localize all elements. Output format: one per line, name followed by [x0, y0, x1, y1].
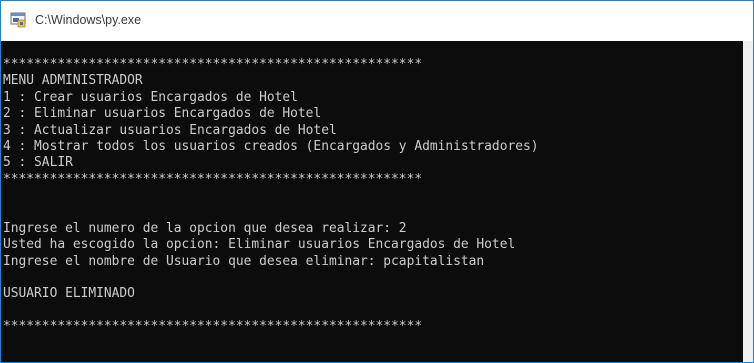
window-title: C:\Windows\py.exe — [35, 13, 142, 27]
console-window: C:\Windows\py.exe **********************… — [0, 0, 754, 363]
python-app-icon — [10, 12, 26, 28]
vertical-scrollbar[interactable] — [743, 41, 753, 362]
console-line: ****************************************… — [3, 171, 423, 187]
console-line: ****************************************… — [3, 57, 423, 72]
console-line: 1 : Crear usuarios Encargados de Hotel — [3, 89, 298, 105]
console-line: 2 : Eliminar usuarios Encargados de Hote… — [3, 106, 322, 122]
title-bar[interactable]: C:\Windows\py.exe — [1, 1, 753, 41]
console-line: Ingrese el numero de la opcion que desea… — [3, 220, 407, 236]
console-output[interactable]: ****************************************… — [1, 41, 743, 362]
console-line: USUARIO ELIMINADO — [3, 286, 135, 302]
console-line: ****************************************… — [3, 319, 423, 335]
console-line: MENU ADMINISTRADOR — [3, 73, 143, 89]
console-line: 5 : SALIR — [3, 155, 73, 171]
console-line: Ingrese el nombre de Usuario que desea e… — [3, 253, 485, 269]
console-line: 3 : Actualizar usuarios Encargados de Ho… — [3, 122, 337, 138]
console-lines: ****************************************… — [3, 57, 539, 336]
console-line: 4 : Mostrar todos los usuarios creados (… — [3, 138, 539, 154]
console-line: Usted ha escogido la opcion: Eliminar us… — [3, 237, 516, 253]
